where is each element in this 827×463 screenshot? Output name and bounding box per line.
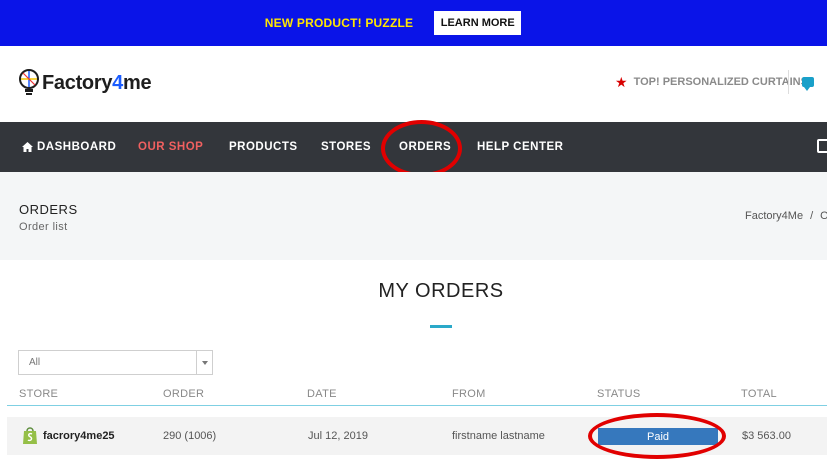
column-header-date: DATE [307,388,337,400]
nav-item-stores[interactable]: STORES [321,122,371,172]
column-header-total: TOTAL [741,388,777,400]
top-promo-link[interactable]: ★ TOP! PERSONALIZED CURTAINS [615,75,808,89]
heading-underline [430,325,452,328]
nav-item-dashboard-label: DASHBOARD [37,141,117,153]
breadcrumb: Factory4Me / O [745,210,827,222]
section-heading: MY ORDERS [378,280,504,302]
status-badge: Paid [598,428,718,445]
column-header-order: ORDER [163,388,205,400]
site-header: Factory4me ★ TOP! PERSONALIZED CURTAINS [0,46,827,122]
table-header-divider [7,405,827,406]
column-header-from: FROM [452,388,486,400]
page-header: ORDERS Order list Factory4Me / O [0,172,827,260]
order-total: $3 563.00 [742,430,791,442]
order-from: firstname lastname [452,430,545,442]
store-filter-value: All [29,357,41,368]
chat-icon[interactable] [802,77,814,91]
nav-item-help-center[interactable]: HELP CENTER [477,122,563,172]
order-number[interactable]: 290 (1006) [163,430,216,442]
column-header-store: STORE [19,388,59,400]
main-nav: DASHBOARD OUR SHOP PRODUCTS STORES ORDER… [0,122,827,172]
store-filter-select[interactable]: All [18,350,213,375]
home-icon [22,142,33,152]
page-title: ORDERS [19,202,78,217]
logo-wordmark-main: Factory [42,71,113,94]
promo-bar: NEW PRODUCT! PUZZLE LEARN MORE [0,0,827,46]
top-promo-label: TOP! PERSONALIZED CURTAINS [633,76,808,88]
store-name[interactable]: facrory4me25 [43,430,115,442]
star-icon: ★ [615,74,628,90]
column-header-status: STATUS [597,388,641,400]
logo-wordmark-tail: me [122,71,152,94]
logo-wordmark: Factory4me [42,71,152,95]
breadcrumb-separator: / [810,210,814,222]
header-divider [788,70,789,94]
logo[interactable]: Factory4me [18,68,152,98]
page-subtitle: Order list [19,221,68,233]
nav-item-dashboard[interactable]: DASHBOARD [22,122,116,172]
order-date: Jul 12, 2019 [308,430,368,442]
breadcrumb-home-link[interactable]: Factory4Me [745,210,803,222]
breadcrumb-current: O [820,210,827,222]
learn-more-button[interactable]: LEARN MORE [434,11,522,35]
logo-wordmark-accent: 4 [112,71,123,94]
promo-text: NEW PRODUCT! PUZZLE [264,16,414,30]
nav-item-products[interactable]: PRODUCTS [229,122,298,172]
shopify-bag-icon [23,427,37,444]
cart-icon[interactable] [817,139,827,153]
lightbulb-icon [19,69,39,95]
nav-item-orders[interactable]: ORDERS [399,122,451,172]
nav-item-our-shop[interactable]: OUR SHOP [138,122,203,172]
chevron-down-icon [196,351,212,374]
